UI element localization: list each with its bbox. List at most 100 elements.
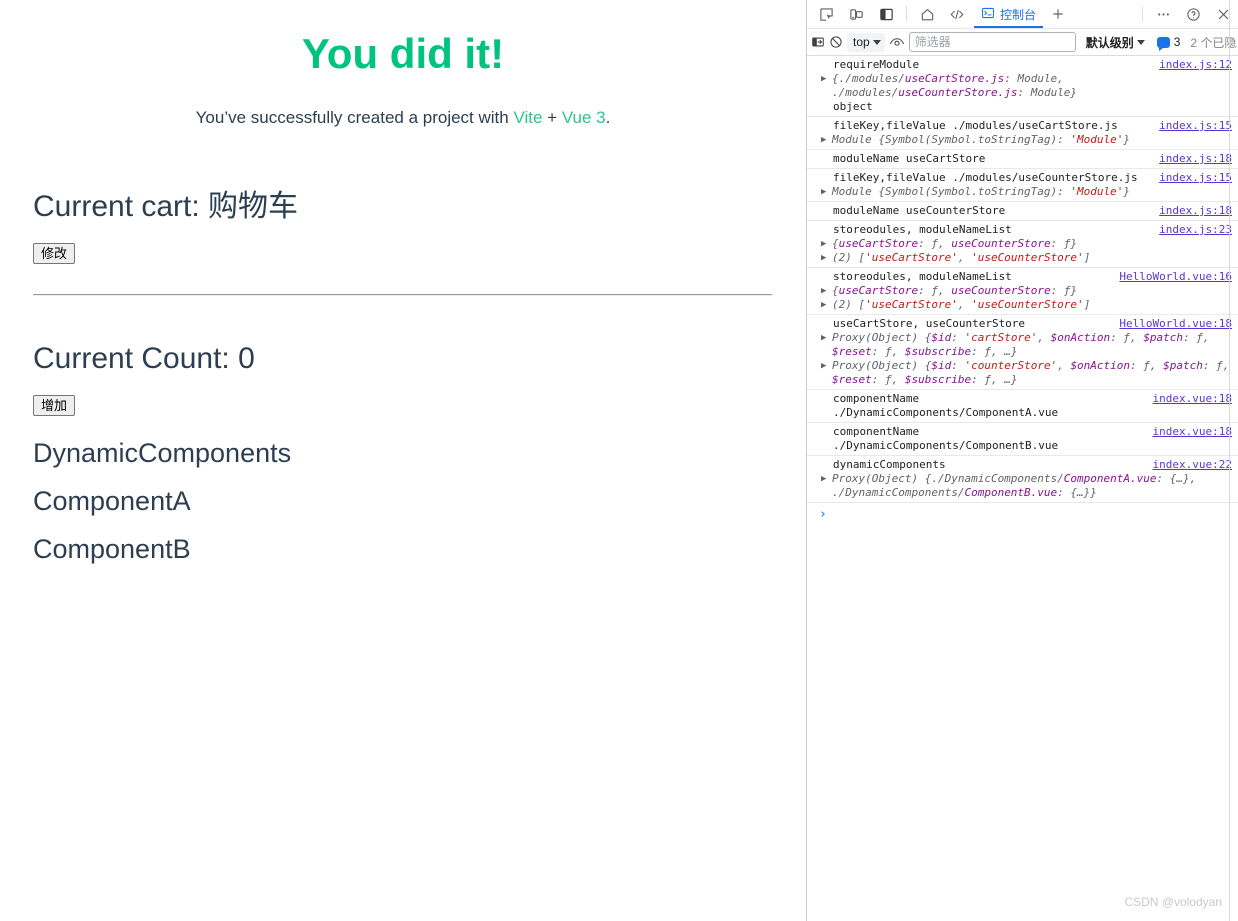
close-icon[interactable] xyxy=(1208,0,1238,28)
log-message: componentName xyxy=(833,425,920,438)
expand-triangle-icon[interactable]: ▶ xyxy=(821,298,832,312)
dynamic-components-heading: DynamicComponents xyxy=(33,438,292,469)
expand-triangle-icon[interactable]: ▶ xyxy=(821,472,832,486)
log-entry-header: requireModule index.js:12 xyxy=(807,58,1232,72)
console-log-list[interactable]: requireModule index.js:12 ▶ {./modules/useC… xyxy=(807,56,1238,921)
log-message: storeodules, moduleNameList xyxy=(833,270,1012,283)
expand-triangle-icon[interactable]: ▶ xyxy=(821,237,832,251)
context-selector-value: top xyxy=(853,35,870,49)
log-object-row: ▶ Module {Symbol(Symbol.toStringTag): 'Mo… xyxy=(807,133,1232,147)
log-source-link[interactable]: index.js:18 xyxy=(1159,152,1232,166)
issues-badge[interactable]: 3 xyxy=(1156,35,1181,51)
log-source-link[interactable]: index.js:23 xyxy=(1159,223,1232,237)
console-log-entry: fileKey,fileValue ./modules/useCounterSt… xyxy=(807,169,1238,202)
log-source-link[interactable]: index.vue:22 xyxy=(1153,458,1232,472)
count-heading: Current Count: 0 xyxy=(33,342,255,376)
screenshot-root: You did it! You’ve successfully created … xyxy=(0,0,1238,921)
toolbar-divider-right xyxy=(1142,6,1143,22)
counter-section: Current Count: 0 增加 xyxy=(0,296,806,417)
home-icon[interactable] xyxy=(912,0,942,28)
log-level-selector[interactable]: 默认级别 xyxy=(1086,34,1145,51)
log-message: componentName xyxy=(833,392,920,405)
inspect-element-icon[interactable] xyxy=(811,0,841,28)
dynamic-components-list: ComponentA ComponentB xyxy=(33,477,806,573)
expand-triangle-icon[interactable]: ▶ xyxy=(821,284,832,298)
modify-cart-button[interactable]: 修改 xyxy=(33,243,76,265)
list-item: ComponentA xyxy=(33,486,191,517)
log-object-preview: Proxy(Object) {$id: 'counterStore', $onA… xyxy=(832,359,1237,386)
console-sidebar-toggle-icon[interactable] xyxy=(811,35,825,49)
devtools-panel: 控制台 top 筛选器 默认级别 3 2 个已隐 requireModule i… xyxy=(806,0,1238,921)
expand-triangle-icon[interactable]: ▶ xyxy=(821,251,832,265)
expand-triangle-icon[interactable]: ▶ xyxy=(821,133,832,147)
log-source-link[interactable]: HelloWorld.vue:18 xyxy=(1119,317,1232,331)
increment-button[interactable]: 增加 xyxy=(33,395,76,417)
clear-console-icon[interactable] xyxy=(829,35,843,49)
console-log-entry: useCartStore, useCounterStore HelloWorld.… xyxy=(807,315,1238,390)
log-message: fileKey,fileValue ./modules/useCartStore… xyxy=(833,119,1118,132)
tabstrip-spacer xyxy=(1071,0,1137,28)
console-log-entry: storeodules, moduleNameList HelloWorld.vu… xyxy=(807,268,1238,315)
sources-code-icon[interactable] xyxy=(942,0,972,28)
toolbar-divider xyxy=(906,6,907,22)
log-message: moduleName useCartStore xyxy=(833,152,986,165)
expand-triangle-icon[interactable]: ▶ xyxy=(821,72,832,86)
console-log-entry: dynamicComponents index.vue:22 ▶ Proxy(Obje… xyxy=(807,456,1238,503)
log-source-link[interactable]: index.vue:18 xyxy=(1153,425,1232,439)
log-message: moduleName useCounterStore xyxy=(833,204,1006,217)
log-entry-header: fileKey,fileValue ./modules/useCartStore… xyxy=(807,119,1232,133)
log-source-link[interactable]: index.vue:18 xyxy=(1153,392,1232,406)
expand-triangle-icon[interactable]: ▶ xyxy=(821,185,832,199)
filter-input[interactable] xyxy=(908,32,1076,52)
live-expression-eye-icon[interactable] xyxy=(889,35,905,49)
console-log-entry: storeodules, moduleNameList index.js:23 ▶{… xyxy=(807,221,1238,268)
console-log-entry: moduleName useCartStore index.js:18 xyxy=(807,150,1238,169)
page-title: You did it! xyxy=(301,30,505,77)
prompt-chevron-icon: › xyxy=(819,507,827,522)
log-entry-header: moduleName useCartStore index.js:18 xyxy=(807,152,1232,166)
device-toolbar-icon[interactable] xyxy=(841,0,871,28)
log-entry-header: fileKey,fileValue ./modules/useCounterSt… xyxy=(807,171,1232,185)
issues-count: 3 xyxy=(1173,35,1181,49)
chevron-down-icon xyxy=(1136,39,1145,45)
log-extra-text: ./DynamicComponents/ComponentA.vue xyxy=(833,406,1059,419)
log-object-row: ▶ Proxy(Object) {./DynamicComponents/Comp… xyxy=(807,472,1232,500)
log-source-link[interactable]: index.js:15 xyxy=(1159,119,1232,133)
console-log-entry: fileKey,fileValue ./modules/useCartStore… xyxy=(807,117,1238,150)
log-extra-text: object xyxy=(833,100,873,113)
log-source-link[interactable]: index.js:12 xyxy=(1159,58,1232,72)
log-object-preview: {./modules/useCartStore.js: Module, ./mo… xyxy=(832,72,1078,99)
add-tab-button[interactable] xyxy=(1045,0,1071,28)
context-selector[interactable]: top xyxy=(847,32,885,52)
log-entry-header: moduleName useCounterStore index.js:18 xyxy=(807,204,1232,218)
log-entry-header: componentName index.vue:18 xyxy=(807,392,1232,406)
hero-subtitle-period: . xyxy=(605,108,611,128)
log-object-row: ▶ {useCartStore: ƒ, useCounterStore: ƒ} xyxy=(807,284,1232,298)
log-object-row: ▶ (2) ['useCartStore', 'useCounterStore'] xyxy=(807,298,1232,312)
log-message: fileKey,fileValue ./modules/useCounterSt… xyxy=(833,171,1138,184)
expand-triangle-icon[interactable]: ▶ xyxy=(821,331,832,345)
log-source-link[interactable]: index.js:15 xyxy=(1159,171,1232,185)
log-entry-header: storeodules, moduleNameList HelloWorld.vu… xyxy=(807,270,1232,284)
cart-heading: Current cart: 购物车 xyxy=(33,190,299,224)
dock-panel-icon[interactable] xyxy=(871,0,901,28)
more-options-icon[interactable] xyxy=(1148,0,1178,28)
log-source-link[interactable]: HelloWorld.vue:16 xyxy=(1119,270,1232,284)
log-source-link[interactable]: index.js:18 xyxy=(1159,204,1232,218)
log-object-preview: Module {Symbol(Symbol.toStringTag): 'Mod… xyxy=(832,133,1131,146)
hero-plus: + xyxy=(542,108,562,128)
console-icon xyxy=(981,6,995,23)
console-input-prompt[interactable]: › xyxy=(807,503,1238,522)
log-object-preview: (2) ['useCartStore', 'useCounterStore'] xyxy=(832,251,1091,264)
vue-app-pane: You did it! You’ve successfully created … xyxy=(0,0,806,921)
vite-link[interactable]: Vite xyxy=(513,108,542,127)
log-entry-header: componentName index.vue:18 xyxy=(807,425,1232,439)
panel-right-edge xyxy=(1229,0,1230,921)
console-log-entry: moduleName useCounterStore index.js:18 xyxy=(807,202,1238,221)
vue3-link[interactable]: Vue 3 xyxy=(562,108,606,127)
hero-subtitle-text: You’ve successfully created a project wi… xyxy=(195,108,514,128)
help-icon[interactable] xyxy=(1178,0,1208,28)
tab-console[interactable]: 控制台 xyxy=(972,0,1045,28)
hero-subtitle: You’ve successfully created a project wi… xyxy=(0,78,806,128)
expand-triangle-icon[interactable]: ▶ xyxy=(821,359,832,373)
